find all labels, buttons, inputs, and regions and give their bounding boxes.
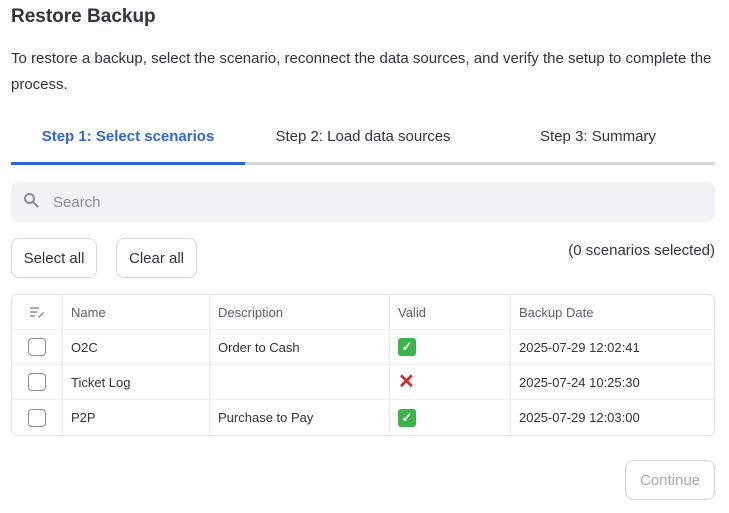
select-all-button[interactable]: Select all [11, 238, 97, 278]
step-tabs: Step 1: Select scenarios Step 2: Load da… [11, 121, 715, 165]
cell-name: O2C [63, 330, 210, 364]
valid-check-icon: ✓ [398, 338, 416, 356]
cell-backup-date: 2025-07-29 12:03:00 [519, 410, 640, 425]
column-header-backup-date[interactable]: Backup Date [511, 295, 714, 329]
selected-count: (0 scenarios selected) [568, 242, 715, 259]
tab-step-2[interactable]: Step 2: Load data sources [245, 121, 481, 162]
search-input[interactable] [51, 192, 695, 212]
row-checkbox[interactable] [28, 373, 46, 391]
continue-button[interactable]: Continue [625, 460, 715, 500]
cell-backup-date: 2025-07-24 10:25:30 [519, 374, 640, 390]
row-checkbox[interactable] [28, 408, 46, 427]
page-description: To restore a backup, select the scenario… [11, 50, 712, 93]
cell-name: Ticket Log [63, 365, 210, 399]
search-icon [23, 192, 39, 213]
cell-description [210, 365, 390, 399]
cell-backup-date: 2025-07-29 12:02:41 [519, 339, 640, 355]
cell-description: Order to Cash [210, 330, 390, 364]
tab-step-1[interactable]: Step 1: Select scenarios [11, 121, 245, 162]
page-title: Restore Backup [11, 6, 156, 27]
table-row[interactable]: P2P Purchase to Pay ✓ 2025-07-29 12:03:0… [12, 400, 714, 435]
table-row[interactable]: O2C Order to Cash ✓ 2025-07-29 12:02:41 [12, 330, 714, 365]
column-header-name[interactable]: Name [63, 295, 210, 329]
tab-step-3[interactable]: Step 3: Summary [481, 121, 715, 162]
table-row[interactable]: Ticket Log ✕ 2025-07-24 10:25:30 [12, 365, 714, 400]
tab-active-indicator [11, 162, 245, 165]
column-header-description[interactable]: Description [210, 295, 390, 329]
search-bar [11, 182, 715, 222]
valid-check-icon: ✓ [398, 408, 416, 427]
cell-description: Purchase to Pay [210, 400, 390, 435]
invalid-cross-icon: ✕ [398, 371, 415, 393]
clear-all-button[interactable]: Clear all [116, 238, 197, 278]
scenarios-table: Name Description Valid Backup Date O2C O… [11, 294, 715, 436]
row-checkbox[interactable] [28, 338, 46, 356]
column-selector-icon[interactable] [12, 295, 63, 329]
column-header-valid[interactable]: Valid [390, 295, 511, 329]
cell-name: P2P [63, 400, 210, 435]
table-header: Name Description Valid Backup Date [12, 295, 714, 330]
